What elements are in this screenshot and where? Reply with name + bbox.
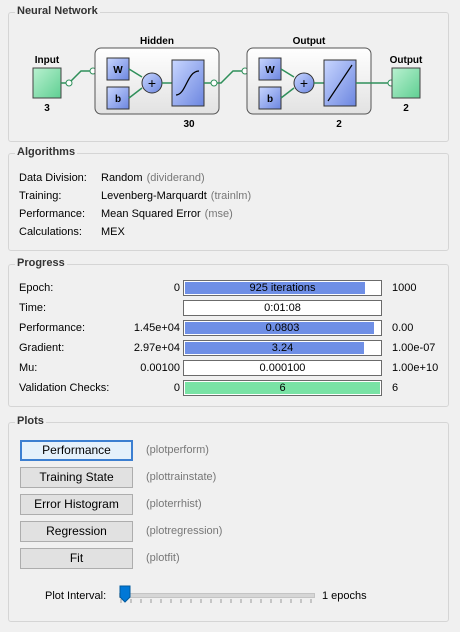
performance-progress-key: Performance: [19,322,86,334]
plot-interval-label: Plot Interval: [45,590,107,602]
output-bias-label: b [267,94,273,105]
performance-value: Mean Squared Error [101,208,201,220]
algorithms-title: Algorithms [15,146,78,158]
progress-panel: Progress Epoch: 0 925 iterations 1000 Ti… [8,257,449,407]
mu-key: Mu: [19,362,38,374]
error-histogram-plot-fn: (ploterrhist) [146,498,202,510]
epoch-key: Epoch: [19,282,54,294]
performance-key: Performance: [19,208,86,220]
performance-min: 1.45e+04 [133,322,180,334]
validation-checks-min: 0 [173,382,180,394]
output-sum-label: + [300,75,308,91]
epoch-row: Epoch: 0 925 iterations 1000 [9,280,448,298]
calculations-value: MEX [101,226,125,238]
performance-progress-row: Performance: 1.45e+04 0.0803 0.00 [9,320,448,338]
validation-checks-max: 6 [392,382,399,394]
plot-interval-slider[interactable] [119,583,315,607]
training-state-plot-fn: (plottrainstate) [146,471,217,483]
gradient-min: 2.97e+04 [133,342,180,354]
plots-title: Plots [15,415,46,427]
input-node-icon [32,67,62,99]
validation-checks-row: Validation Checks: 0 6 6 [9,380,448,398]
neural-network-panel: Neural Network Input 3 Hidden W b + 30 O… [8,5,449,142]
hidden-sigmoid-icon [171,59,205,107]
epoch-min: 0 [173,282,180,294]
epoch-progress-bar: 925 iterations [183,280,382,296]
fit-plot-fn: (plotfit) [146,552,180,564]
performance-plot-fn: (plotperform) [146,444,209,456]
mu-min: 0.00100 [140,362,180,374]
hidden-sum-label: + [148,75,156,91]
error-histogram-plot-button[interactable]: Error Histogram [20,494,133,515]
progress-title: Progress [15,257,67,269]
training-fn: (trainlm) [210,190,252,202]
output-label: Output [390,55,423,66]
mu-row: Mu: 0.00100 0.000100 1.00e+10 [9,360,448,378]
data-division-value: Random [101,172,143,184]
algorithms-panel: Algorithms Data Division: Random (divider… [8,146,449,251]
training-key: Training: [19,190,62,202]
epoch-max: 1000 [392,282,417,294]
gradient-row: Gradient: 2.97e+04 3.24 1.00e-07 [9,340,448,358]
output-layer-label: Output [293,36,326,47]
hidden-bias-label: b [115,94,121,105]
mu-max: 1.00e+10 [392,362,439,374]
mu-progress-bar: 0.000100 [183,360,382,376]
input-size: 3 [44,103,50,114]
calculations-key: Calculations: [19,226,82,238]
performance-progress-bar: 0.0803 [183,320,382,336]
performance-max: 0.00 [392,322,414,334]
output-node-icon [391,67,421,99]
gradient-max: 1.00e-07 [392,342,436,354]
hidden-layer-label: Hidden [140,36,174,47]
time-row: Time: 0:01:08 [9,300,448,318]
hidden-weight-label: W [113,65,123,76]
time-progress-text: 0:01:08 [264,302,301,314]
time-key: Time: [19,302,47,314]
mu-progress-text: 0.000100 [259,362,306,374]
training-state-plot-button[interactable]: Training State [20,467,133,488]
epoch-progress-text: 925 iterations [249,282,316,294]
data-division-fn: (dividerand) [146,172,205,184]
gradient-progress-text: 3.24 [271,342,294,354]
regression-plot-button[interactable]: Regression [20,521,133,542]
data-division-key: Data Division: [19,172,87,184]
input-label: Input [35,55,60,66]
hidden-size: 30 [183,119,195,130]
validation-checks-key: Validation Checks: [19,382,110,394]
regression-plot-fn: (plotregression) [146,525,223,537]
performance-fn: (mse) [204,208,233,220]
output-layer-size: 2 [336,119,342,130]
slider-track [119,593,315,598]
fit-plot-button[interactable]: Fit [20,548,133,569]
validation-checks-progress-text: 6 [279,382,286,394]
time-progress-bar: 0:01:08 [183,300,382,316]
output-weight-label: W [265,65,275,76]
plot-interval-slider-thumb[interactable] [119,585,131,603]
training-value: Levenberg-Marquardt [101,190,207,202]
slider-ticks [120,599,312,603]
plots-panel: Plots Performance (plotperform) Training… [8,415,449,622]
output-size: 2 [403,103,409,114]
plot-interval-value: 1 epochs [322,590,367,602]
validation-checks-progress-bar: 6 [183,380,382,396]
network-diagram: Input 3 Hidden W b + 30 Output W b + 2 O… [32,36,423,130]
gradient-progress-bar: 3.24 [183,340,382,356]
performance-plot-button[interactable]: Performance [20,440,133,461]
gradient-key: Gradient: [19,342,65,354]
performance-progress-text: 0.0803 [265,322,300,334]
